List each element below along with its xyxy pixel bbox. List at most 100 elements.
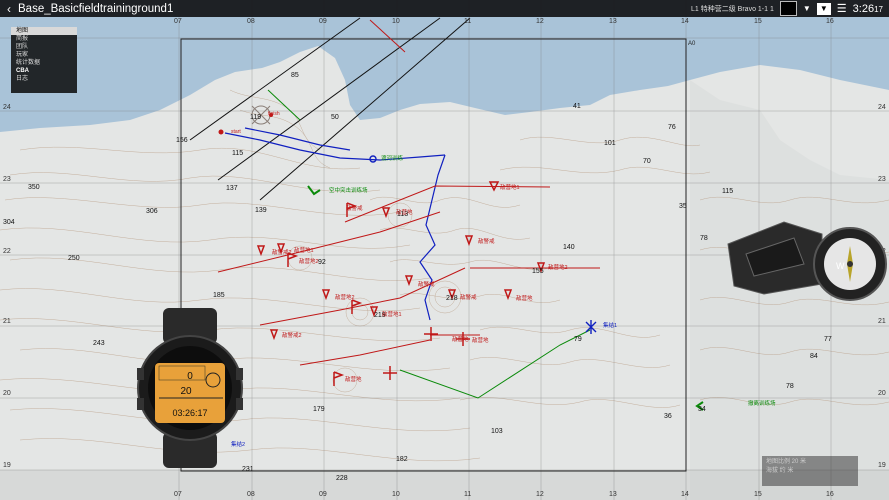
elevation-label: 155 <box>532 268 544 275</box>
elevation-label: 77 <box>824 336 832 343</box>
enemy-marker-label: 敌营地2 <box>335 295 355 301</box>
menu-item[interactable]: 日志 <box>11 75 77 83</box>
elevation-label: 218 <box>446 295 458 302</box>
elevation-label: 34 <box>698 406 706 413</box>
elevation-label: 139 <box>255 207 267 214</box>
wristwatch[interactable]: 0 20 03:26:17 <box>135 308 245 468</box>
elevation-label: 79 <box>574 336 582 343</box>
grid-col-label: 13 <box>609 18 617 25</box>
channel-box[interactable] <box>779 1 797 16</box>
enemy-marker-label: 敌警戒 <box>478 239 495 245</box>
layers-icon[interactable]: ☰ <box>837 2 847 15</box>
menu-item[interactable]: 简报 <box>11 35 77 43</box>
elevation-label: 156 <box>176 137 188 144</box>
enemy-marker-label: 敌警戒2 <box>282 333 302 339</box>
lensatic-compass-icon[interactable]: W <box>724 214 889 302</box>
grid-col-label: 08 <box>247 18 255 25</box>
grid-row-label-right: 19 <box>878 462 886 469</box>
grid-row-label-right: 23 <box>878 176 886 183</box>
info-line-1: 地图比例 20 米 <box>766 459 807 465</box>
mission-title: Base_Basicfieldtraininground1 <box>18 2 174 15</box>
grid-col-label-bottom: 14 <box>681 491 689 498</box>
enemy-marker-label: 敌警戒 <box>460 295 477 301</box>
elevation-label: 306 <box>146 208 158 215</box>
elevation-label: 119 <box>250 114 262 121</box>
waypoint-dropdown[interactable]: ▼ <box>803 4 811 13</box>
elevation-label: 228 <box>336 475 348 482</box>
grid-col-label-bottom: 16 <box>826 491 834 498</box>
elevation-label: 103 <box>491 428 503 435</box>
menu-item[interactable]: 团队 <box>11 43 77 51</box>
grid-col-label-bottom: 07 <box>174 491 182 498</box>
game-clock: 3:2617 <box>852 2 883 15</box>
chevron-left-icon[interactable]: ‹ <box>2 2 16 16</box>
elevation-label: 140 <box>563 244 575 251</box>
enemy-marker-label: 敌营地 <box>452 337 469 343</box>
grid-col-label: 16 <box>826 18 834 25</box>
elevation-label: 78 <box>786 383 794 390</box>
elevation-label: 76 <box>668 124 676 131</box>
grid-row-label: 19 <box>3 462 11 469</box>
enemy-marker-label: 敌营地2 <box>299 259 319 265</box>
grid-row-label: 24 <box>3 104 11 111</box>
friendly-marker-label: 空中突击训练场 <box>329 188 368 194</box>
grid-col-label-bottom: 08 <box>247 491 255 498</box>
grid-row-label: 20 <box>3 390 11 397</box>
elevation-label: 85 <box>291 72 299 79</box>
menu-item[interactable]: 玩家 <box>11 51 77 59</box>
grid-col-label: 11 <box>464 18 472 25</box>
enemy-marker-label: 敌警戒 <box>418 282 435 288</box>
elevation-label: 78 <box>700 235 708 242</box>
enemy-marker-label: 敌警戒 <box>346 206 363 212</box>
grid-col-label: 10 <box>392 18 400 25</box>
elevation-label: 250 <box>68 255 80 262</box>
info-line-2: 海拔 约 米 <box>766 468 794 474</box>
grid-col-label-bottom: 13 <box>609 491 617 498</box>
channel-dropdown[interactable]: ▼ <box>816 2 831 15</box>
route-endpoint-label: start <box>231 129 241 135</box>
friendly-marker-label: 集结1 <box>603 323 618 329</box>
compass-heading: W <box>836 261 845 271</box>
elevation-label: 115 <box>232 150 244 157</box>
grid-row-label: 22 <box>3 248 11 255</box>
grid-row-label-right: 20 <box>878 390 886 397</box>
grid-row-label: 23 <box>3 176 11 183</box>
enemy-marker-label: 敌营地1 <box>500 185 520 191</box>
watch-row1: 0 <box>187 371 193 382</box>
elevation-label: 70 <box>643 158 651 165</box>
elevation-label: 50 <box>331 114 339 121</box>
grid-col-label: 14 <box>681 18 689 25</box>
watch-time: 03:26:17 <box>172 408 207 418</box>
route-endpoint-label: finish <box>268 111 280 117</box>
elevation-label: 350 <box>28 184 40 191</box>
menu-item[interactable]: 地图 <box>11 27 77 35</box>
grid-col-label: 15 <box>754 18 762 25</box>
enemy-marker-label: 敌营地 <box>472 338 489 344</box>
elevation-label: 92 <box>318 259 326 266</box>
grid-col-label: 09 <box>319 18 327 25</box>
enemy-marker-label: 敌营地 <box>516 296 533 302</box>
friendly-marker-label: 撤离训练场 <box>748 401 776 407</box>
elevation-label: 179 <box>313 406 325 413</box>
elevation-label: 84 <box>810 353 818 360</box>
enemy-marker-label: 敌营地 <box>396 210 413 216</box>
enemy-marker-label: 敌营地2 <box>548 265 568 271</box>
elevation-label: 41 <box>573 103 581 110</box>
elevation-label: 36 <box>664 413 672 420</box>
enemy-marker-label: 敌营地1 <box>294 248 314 254</box>
enemy-marker-label: 敌营地 <box>345 377 362 383</box>
elevation-label: 101 <box>604 140 616 147</box>
grid-col-label: 12 <box>536 18 544 25</box>
elevation-label: 185 <box>213 292 225 299</box>
grid-col-label-bottom: 15 <box>754 491 762 498</box>
elevation-label: 304 <box>3 219 15 226</box>
menu-item[interactable]: CBA <box>11 67 77 75</box>
group-info: L1 特种营二级 Bravo 1-1 1 <box>691 5 774 13</box>
elevation-label: 182 <box>396 456 408 463</box>
menu-item[interactable]: 统计数据 <box>11 59 77 67</box>
elevation-label: 243 <box>93 340 105 347</box>
grid-row-label-right: 24 <box>878 104 886 111</box>
enemy-marker-label: 敌警戒2 <box>272 250 292 256</box>
elevation-label: 35 <box>679 203 687 210</box>
watch-row2: 20 <box>180 386 192 397</box>
